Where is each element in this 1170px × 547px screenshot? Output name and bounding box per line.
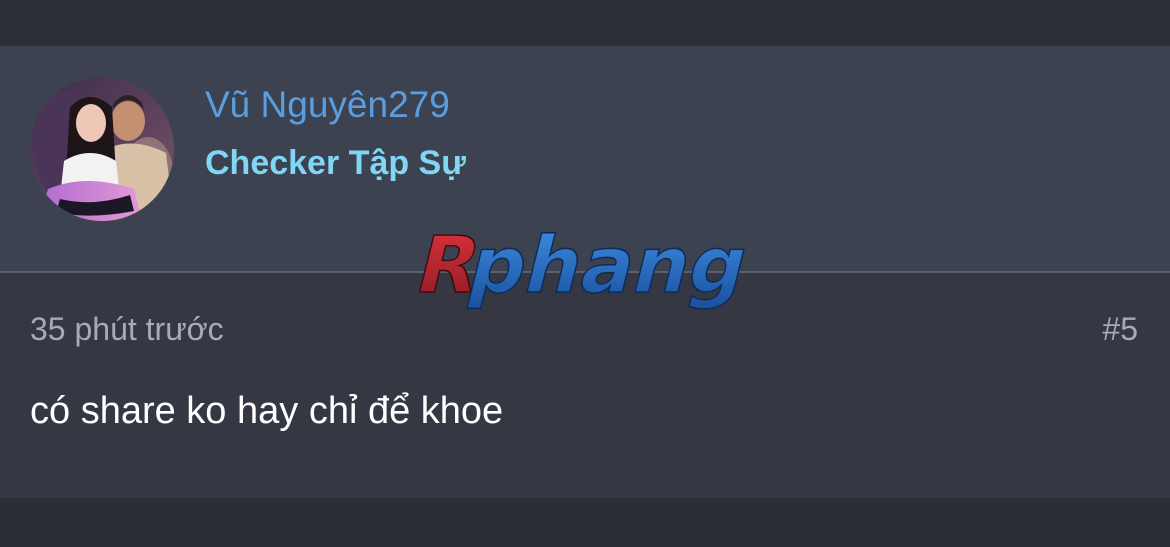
post-timestamp[interactable]: 35 phút trước [30, 311, 224, 348]
avatar-photo [30, 77, 174, 221]
user-title: Checker Tập Sự [205, 144, 466, 182]
svg-text:phang: phang [460, 219, 758, 311]
watermark-logo: R phang [405, 218, 765, 318]
top-strip [0, 0, 1170, 47]
next-post-strip [0, 498, 1170, 547]
post-content: có share ko hay chỉ để khoe [30, 390, 504, 432]
post-number-link[interactable]: #5 [1102, 311, 1138, 348]
avatar[interactable] [30, 77, 174, 221]
username-link[interactable]: Vũ Nguyên279 [205, 84, 450, 126]
